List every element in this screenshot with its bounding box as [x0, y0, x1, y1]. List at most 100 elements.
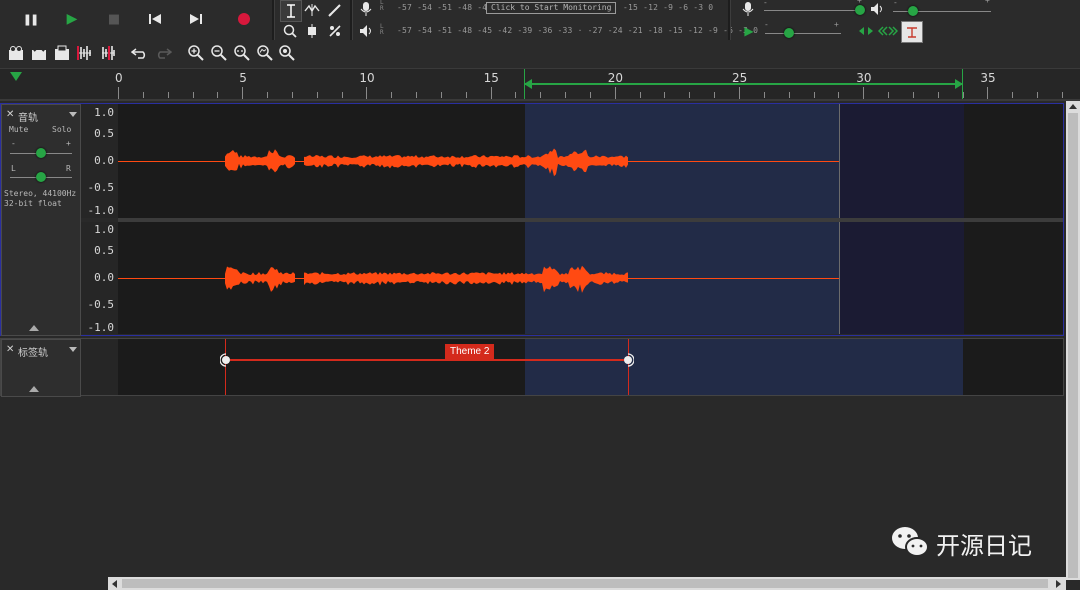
- label-left-handle-icon[interactable]: [220, 353, 232, 367]
- silence-audio-icon: [102, 46, 115, 60]
- ruler-tick: [714, 92, 716, 98]
- ruler-tick: [614, 87, 616, 99]
- scroll-left-icon[interactable]: [112, 580, 117, 588]
- ruler-tick: [565, 92, 567, 98]
- copy-tool[interactable]: [29, 44, 49, 62]
- fit-selection-button[interactable]: [232, 44, 252, 62]
- timeline-ruler[interactable]: 0 5 10 15 20 25 30 35: [0, 68, 1080, 99]
- ruler-tick-label: 10: [359, 71, 375, 85]
- horizontal-scroll-thumb[interactable]: [122, 579, 1048, 588]
- close-track-icon[interactable]: ✕: [6, 109, 14, 120]
- ruler-tick: [391, 92, 393, 98]
- solo-button[interactable]: Solo: [52, 125, 71, 135]
- record-button[interactable]: [231, 8, 257, 30]
- double-arrows-icon: [878, 26, 898, 36]
- zoom-out-icon: [211, 45, 227, 61]
- label-track-area[interactable]: Theme 2: [118, 339, 1063, 395]
- paste-tool[interactable]: [52, 44, 72, 62]
- pause-button[interactable]: ❚❚: [16, 8, 44, 30]
- label-track-name[interactable]: 标签轨: [18, 344, 48, 359]
- label-track[interactable]: ✕ 标签轨 Theme 2: [0, 338, 1064, 397]
- waveform-channel-2[interactable]: [118, 222, 1063, 334]
- ruler-tick: [639, 92, 641, 98]
- ruler-tick: [291, 92, 293, 98]
- clip-end-line: [839, 222, 840, 334]
- label-right-handle-icon[interactable]: [622, 353, 634, 367]
- selection-tool[interactable]: [280, 0, 302, 22]
- waveform-channel-1[interactable]: [118, 104, 1063, 218]
- ruler-tick: [912, 92, 914, 98]
- rewind-ffwd-button[interactable]: [877, 23, 899, 39]
- label-track-menu-chevron-icon[interactable]: [69, 347, 77, 352]
- ruler-tick-label: 20: [607, 71, 624, 85]
- redo-button[interactable]: [152, 44, 174, 62]
- zoom-selection-icon: [234, 45, 250, 61]
- recording-volume-icon-button: [740, 0, 756, 18]
- track-name[interactable]: 音轨: [18, 109, 38, 124]
- scroll-right-icon[interactable]: [1056, 580, 1061, 588]
- ruler-tick: [739, 87, 740, 99]
- collapse-track-icon[interactable]: [29, 325, 39, 331]
- label-track-control-panel: ✕ 标签轨: [1, 339, 81, 397]
- skip-to-start-button[interactable]: [141, 8, 169, 30]
- cut-tool[interactable]: [6, 44, 26, 62]
- silence-tool[interactable]: [98, 44, 118, 62]
- scale-tick: 0.0: [94, 271, 114, 284]
- track-menu-chevron-icon[interactable]: [69, 112, 77, 117]
- ruler-tick: [1012, 92, 1014, 98]
- play-at-speed-button[interactable]: ▶: [741, 23, 757, 39]
- playback-volume-knob[interactable]: [908, 6, 918, 16]
- undo-button[interactable]: [129, 44, 151, 62]
- recording-volume-slider[interactable]: [764, 10, 864, 11]
- gain-knob[interactable]: [36, 148, 46, 158]
- vertical-scroll-thumb[interactable]: [1068, 113, 1078, 578]
- label-start-line: [225, 339, 226, 395]
- mute-button[interactable]: Mute: [9, 125, 28, 135]
- audio-track-control-panel: ✕ 音轨 Mute Solo - + L R Stereo, 44100Hz 3…: [1, 104, 81, 336]
- zoom-out-button[interactable]: [209, 44, 229, 62]
- ruler-tick-label: 0: [115, 71, 123, 85]
- stop-button[interactable]: ■: [100, 8, 128, 30]
- waveform-2: [225, 265, 628, 293]
- collapse-label-track-icon[interactable]: [29, 386, 39, 392]
- skip-to-end-button[interactable]: [182, 8, 210, 30]
- start-monitoring-button[interactable]: Click to Start Monitoring: [486, 2, 617, 14]
- vertical-scrollbar[interactable]: [1066, 101, 1080, 580]
- pan-knob[interactable]: [36, 172, 46, 182]
- horizontal-scrollbar[interactable]: [108, 577, 1066, 590]
- fit-project-button[interactable]: [255, 44, 275, 62]
- label-span-bar[interactable]: [230, 359, 624, 361]
- audio-track[interactable]: ✕ 音轨 Mute Solo - + L R Stereo, 44100Hz 3…: [0, 103, 1064, 336]
- play-speed-knob[interactable]: [784, 28, 794, 38]
- draw-tool[interactable]: [325, 0, 345, 20]
- zoom-tool[interactable]: [280, 22, 300, 40]
- move-cursor-button[interactable]: [857, 23, 875, 39]
- time-shift-tool[interactable]: [302, 22, 322, 40]
- play-button[interactable]: ▶: [58, 8, 86, 30]
- play-head-marker-icon[interactable]: [10, 72, 22, 82]
- label-end-line: [628, 339, 629, 395]
- zoom-toggle-button[interactable]: [277, 44, 297, 62]
- play-speed-slider[interactable]: [765, 33, 841, 34]
- trim-tool[interactable]: [75, 44, 95, 62]
- track-format-rate: Stereo, 44100Hz: [4, 189, 77, 198]
- ruler-tick: [788, 92, 790, 98]
- zoom-lens-icon: [283, 24, 297, 38]
- timer-record-button[interactable]: [901, 21, 923, 43]
- ruler-tick: [416, 92, 418, 98]
- ruler-tick: [540, 92, 542, 98]
- envelope-tool[interactable]: [302, 0, 322, 20]
- recording-volume-max: +: [857, 0, 863, 5]
- label-text-box[interactable]: Theme 2: [445, 344, 495, 359]
- scroll-up-icon[interactable]: [1069, 104, 1077, 109]
- record-meter-button[interactable]: [357, 0, 375, 18]
- scale-tick: 1.0: [94, 223, 114, 236]
- microphone-icon: [742, 2, 754, 16]
- multi-tool[interactable]: [325, 22, 345, 40]
- playback-meter-button[interactable]: [357, 22, 375, 40]
- zoom-in-button[interactable]: [186, 44, 206, 62]
- ruler-tick: [192, 92, 194, 98]
- close-label-track-icon[interactable]: ✕: [6, 344, 14, 355]
- speed-max: +: [834, 20, 840, 29]
- recording-volume-knob[interactable]: [855, 5, 865, 15]
